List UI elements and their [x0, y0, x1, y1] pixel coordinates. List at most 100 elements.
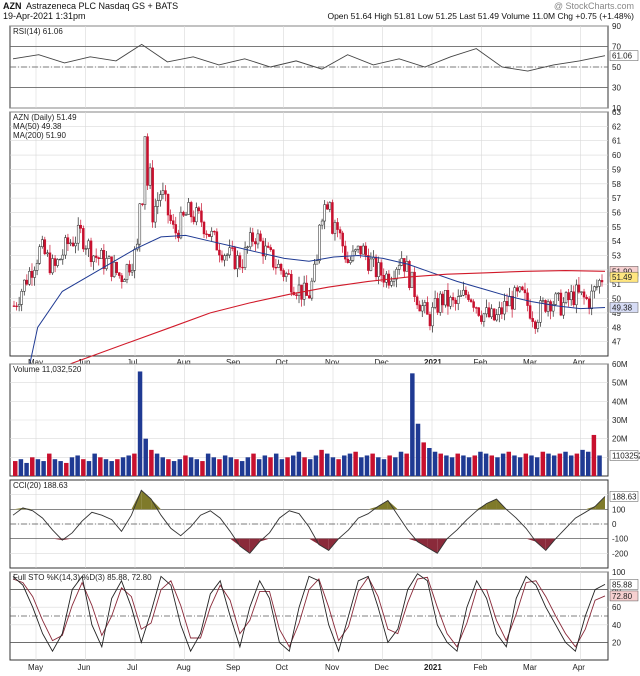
volume-bar [580, 449, 585, 476]
price-ytick-14: 61 [612, 137, 621, 146]
candle-body [200, 210, 203, 223]
candle-body [251, 232, 255, 242]
candle-body [567, 292, 570, 301]
candle-body [266, 245, 270, 248]
candle-body [192, 216, 195, 223]
price-ytick-11: 58 [612, 180, 621, 189]
volume-bar [143, 438, 148, 476]
candle-body [593, 286, 596, 292]
volume-ytick-5: 60M [612, 360, 628, 369]
volume-bar [591, 434, 597, 476]
candle-body [171, 220, 175, 225]
candle-body [92, 255, 95, 263]
rsi-ytick-4: 90 [612, 22, 621, 31]
candle-body [510, 296, 514, 310]
candle-body [585, 296, 588, 300]
candle-body [369, 258, 373, 271]
candle-body [51, 258, 54, 274]
candle-body [53, 258, 57, 266]
candle-body [130, 270, 134, 273]
volume-bar [410, 373, 415, 476]
volume-bar [86, 461, 92, 476]
candle-body [146, 136, 149, 186]
candle-body [76, 224, 80, 244]
volume-ytick-4: 50M [612, 379, 628, 388]
volume-bar [455, 453, 460, 476]
candle-body [485, 307, 488, 315]
price-ytick-6: 53 [612, 252, 621, 261]
volume-bar [574, 453, 580, 476]
candle-body [415, 296, 419, 306]
candle-body [107, 256, 111, 259]
volume-bar [495, 457, 500, 476]
candle-body [505, 301, 509, 307]
sto-ytick-2: 60 [612, 603, 621, 612]
candle-body [462, 289, 465, 296]
candle-body [313, 263, 316, 282]
candle-body [246, 246, 249, 248]
volume-bar [160, 457, 165, 476]
cci-ytick-3: 100 [612, 505, 626, 514]
candle-body [69, 242, 72, 245]
candle-body [233, 247, 237, 270]
volume-bar [449, 457, 455, 476]
candle-body [349, 260, 352, 263]
candle-body [336, 222, 339, 230]
sto-xtick-3: Aug [177, 663, 191, 672]
volume-bar [534, 457, 540, 476]
sto-xtick-0: May [28, 663, 43, 672]
candle-body [569, 291, 573, 301]
candle-body [459, 295, 463, 297]
sto-xtick-10: Mar [523, 663, 537, 672]
candle-body [35, 263, 39, 271]
candle-body [164, 190, 167, 195]
candle-body [58, 258, 62, 261]
candle-body [590, 290, 593, 310]
candle-body [536, 322, 540, 329]
stock-chart-svg: 103050709061.06RSI(14) 61.06474849505152… [9, 22, 640, 672]
volume-bar [132, 453, 137, 476]
volume-bar [222, 455, 228, 476]
rsi-ytick-2: 50 [612, 63, 621, 72]
volume-bar [279, 459, 285, 476]
cci-ytick-0: -200 [612, 549, 629, 558]
sto-xtick-1: Jun [78, 663, 91, 672]
volume-bar [421, 442, 426, 476]
volume-bar [188, 457, 194, 476]
candle-body [513, 287, 516, 310]
candle-body [464, 289, 468, 296]
sto-xtick-9: Feb [474, 663, 488, 672]
volume-bar [404, 453, 409, 476]
volume-bar [517, 457, 523, 476]
volume-bar [466, 457, 472, 476]
candle-body [207, 233, 211, 237]
volume-bar [171, 461, 177, 476]
candle-body [295, 294, 298, 296]
candle-body [20, 291, 23, 305]
volume-bar [540, 451, 546, 476]
candle-body [79, 224, 83, 229]
sto-xtick-2: Jul [127, 663, 137, 672]
volume-bar [398, 451, 404, 476]
candle-body [320, 220, 324, 226]
volume-bar [415, 423, 421, 476]
candle-body [359, 245, 362, 255]
candle-body [595, 286, 599, 288]
candle-body [182, 211, 185, 216]
candle-body [413, 271, 416, 297]
chart-canvas: AZN Astrazeneca PLC Nasdaq GS + BATS 19-… [0, 0, 640, 676]
candle-body [118, 272, 121, 276]
candle-body [392, 278, 396, 282]
candle-body [338, 229, 342, 234]
volume-bar [347, 453, 353, 476]
cci-last-badge: 188.63 [612, 492, 637, 501]
volume-bar [69, 457, 75, 476]
volume-bar [506, 451, 512, 476]
candle-body [346, 258, 350, 263]
candle-body [279, 263, 283, 271]
candle-body [328, 202, 332, 210]
candle-body [469, 299, 473, 302]
candle-body [495, 314, 498, 321]
candle-body [166, 193, 170, 216]
candle-body [87, 240, 90, 249]
